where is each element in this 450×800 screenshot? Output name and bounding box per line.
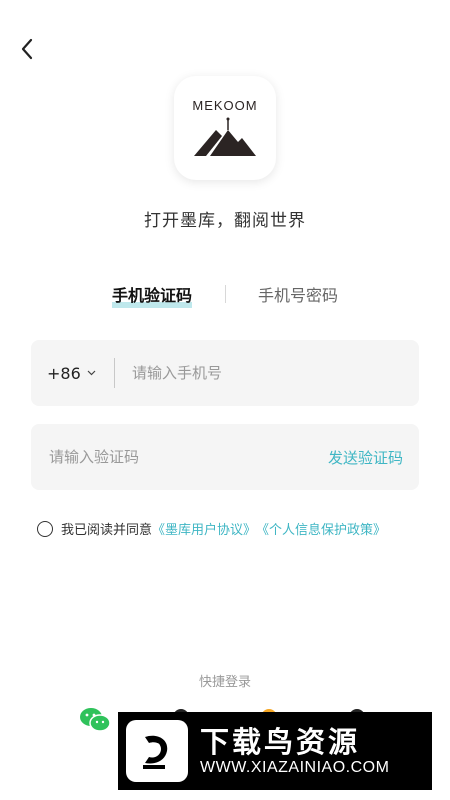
logo-text: MEKOOM	[192, 98, 258, 113]
field-divider	[114, 358, 115, 388]
wechat-icon	[80, 708, 111, 732]
code-input[interactable]	[49, 424, 309, 490]
chevron-down-icon	[87, 370, 96, 376]
tab-label: 手机验证码	[112, 286, 193, 305]
back-button[interactable]	[14, 34, 40, 64]
tagline: 打开墨库，翻阅世界	[144, 211, 306, 231]
bird-logo-icon	[126, 720, 188, 782]
code-field: 发送验证码	[31, 424, 419, 490]
country-code: +86	[47, 363, 81, 383]
tab-divider	[225, 285, 226, 303]
phone-input[interactable]	[132, 340, 402, 406]
tab-phone-password[interactable]: 手机号密码	[258, 282, 338, 306]
tab-label: 手机号密码	[258, 286, 339, 305]
watermark-banner: 下载鸟资源 WWW.XIAZAINIAO.COM	[118, 712, 432, 790]
mountain-icon	[194, 117, 256, 156]
send-code-button[interactable]: 发送验证码	[328, 424, 403, 490]
country-code-select[interactable]: +86	[47, 340, 96, 406]
quick-login-label: 快捷登录	[198, 675, 251, 690]
agreement-row: 我已阅读并同意 《墨库用户协议》 《个人信息保护政策》	[37, 519, 386, 538]
privacy-policy-link[interactable]: 《个人信息保护政策》	[256, 519, 386, 538]
app-logo: MEKOOM	[174, 76, 276, 180]
agreement-text: 我已阅读并同意	[61, 523, 153, 538]
phone-field: +86	[31, 340, 419, 406]
tab-phone-code[interactable]: 手机验证码	[112, 282, 193, 308]
watermark-title: 下载鸟资源	[200, 725, 361, 759]
user-agreement-link[interactable]: 《墨库用户协议》	[152, 519, 256, 538]
watermark-url: WWW.XIAZAINIAO.COM	[200, 759, 390, 776]
agreement-checkbox[interactable]	[37, 520, 53, 537]
chevron-left-icon	[21, 38, 33, 60]
wechat-login-button[interactable]	[79, 706, 111, 738]
